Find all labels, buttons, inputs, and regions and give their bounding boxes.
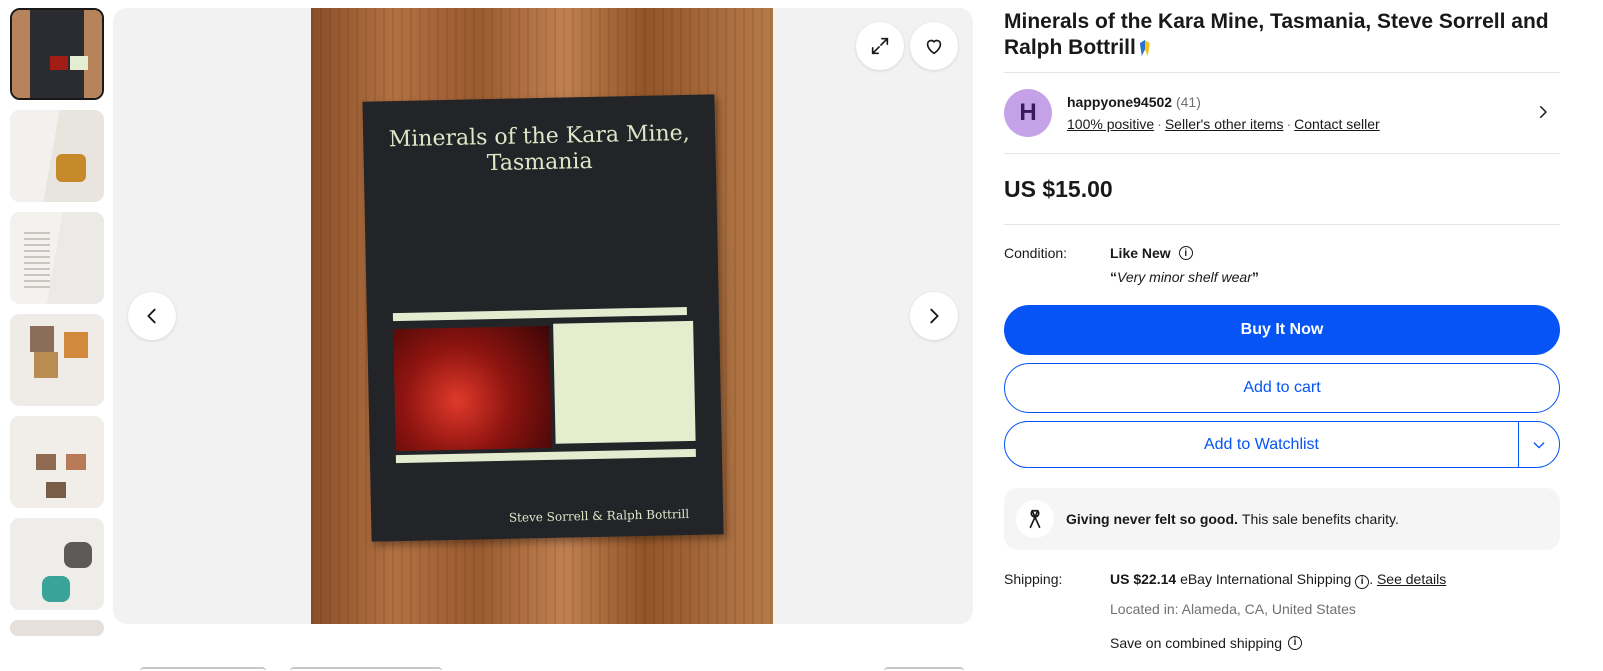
condition-value: Like New i — [1110, 245, 1193, 261]
main-image-panel[interactable]: Minerals of the Kara Mine, Tasmania Stev… — [113, 8, 973, 624]
seller-feedback-count: (41) — [1175, 94, 1201, 110]
seller-other-items-link[interactable]: Seller's other items — [1165, 116, 1284, 132]
thumbnail-2[interactable] — [10, 110, 104, 202]
contact-seller-link[interactable]: Contact seller — [1294, 116, 1380, 132]
thumbnail-7[interactable] — [10, 620, 104, 636]
listing-details: Minerals of the Kara Mine, Tasmania, Ste… — [1004, 8, 1560, 651]
chevron-right-icon — [930, 308, 939, 324]
open-quote: “ — [1110, 269, 1117, 285]
watchlist-dropdown-button[interactable] — [1519, 422, 1559, 467]
cover-stripe — [392, 306, 687, 322]
condition-label: Condition: — [1004, 245, 1068, 261]
chevron-left-icon — [147, 308, 156, 324]
book-cover: Minerals of the Kara Mine, Tasmania Stev… — [362, 94, 724, 542]
seller-card[interactable]: H happyone94502 (41) 100% positive · Selle… — [1004, 73, 1560, 153]
condition-note: “Very minor shelf wear” — [1110, 269, 1560, 285]
shipping-label: Shipping: — [1004, 571, 1063, 587]
ribbon-icon — [1139, 40, 1150, 56]
seller-info: happyone94502 (41) 100% positive · Seller'… — [1067, 94, 1380, 132]
book-cover-title: Minerals of the Kara Mine, Tasmania — [388, 120, 690, 177]
product-photo: Minerals of the Kara Mine, Tasmania Stev… — [311, 8, 773, 624]
separator: · — [1157, 116, 1162, 132]
next-image-button[interactable] — [910, 292, 958, 340]
condition-row: Condition: Like New i — [1004, 245, 1560, 261]
add-to-watchlist-button[interactable]: Add to Watchlist — [1005, 422, 1519, 467]
positive-feedback-link[interactable]: 100% positive — [1067, 116, 1154, 132]
seller-links: 100% positive · Seller's other items · Conta… — [1067, 116, 1380, 132]
avatar: H — [1004, 89, 1052, 137]
separator: · — [1286, 116, 1292, 132]
divider — [1004, 224, 1560, 225]
seller-name[interactable]: happyone94502 — [1067, 94, 1172, 110]
thumbnail-4[interactable] — [10, 314, 104, 406]
combined-shipping[interactable]: Save on combined shipping i — [1110, 635, 1560, 651]
combined-shipping-text: Save on combined shipping — [1110, 634, 1283, 651]
watchlist-split-button: Add to Watchlist — [1004, 421, 1560, 468]
cover-stripe — [395, 448, 696, 464]
chevron-down-icon — [1533, 441, 1545, 448]
shipping-service: eBay International Shipping — [1180, 571, 1352, 587]
thumbnail-strip — [10, 8, 106, 636]
book-cover-authors: Steve Sorrell & Ralph Bottrill — [508, 506, 690, 525]
charity-banner: Giving never felt so good. This sale ben… — [1004, 488, 1560, 550]
below-fold-button[interactable] — [140, 667, 266, 671]
condition-value-text: Like New — [1110, 245, 1171, 261]
below-fold-button[interactable] — [884, 667, 964, 671]
listing-title-text: Minerals of the Kara Mine, Tasmania, Ste… — [1004, 10, 1549, 59]
info-icon[interactable]: i — [1288, 635, 1303, 650]
shipping-cost: US $22.14 — [1110, 571, 1177, 587]
cover-mineral-photo — [393, 325, 552, 452]
condition-note-text: Very minor shelf wear — [1117, 269, 1252, 285]
charity-text: This sale benefits charity. — [1241, 511, 1399, 527]
info-icon[interactable]: i — [1178, 246, 1193, 260]
add-to-cart-button[interactable]: Add to cart — [1004, 363, 1560, 413]
charity-headline: Giving never felt so good. — [1066, 511, 1238, 527]
previous-image-button[interactable] — [128, 292, 176, 340]
chevron-right-icon[interactable] — [1534, 103, 1552, 121]
buy-it-now-button[interactable]: Buy It Now — [1004, 305, 1560, 355]
price-row: US $15.00 — [1004, 154, 1560, 224]
thumbnail-3[interactable] — [10, 212, 104, 304]
cover-panel — [553, 320, 696, 444]
shipping-details: US $22.14 eBay International Shipping i.… — [1110, 571, 1446, 589]
thumbnail-1[interactable] — [10, 8, 104, 100]
watch-heart-button[interactable] — [910, 22, 958, 70]
expand-icon — [871, 37, 889, 55]
period: . — [1369, 571, 1374, 587]
listing-title: Minerals of the Kara Mine, Tasmania, Ste… — [1004, 8, 1560, 61]
thumbnail-5[interactable] — [10, 416, 104, 508]
below-fold-button[interactable] — [290, 667, 442, 671]
close-quote: ” — [1251, 269, 1259, 285]
info-icon[interactable]: i — [1355, 574, 1370, 589]
shipping-row: Shipping: US $22.14 eBay International S… — [1004, 571, 1560, 589]
item-location: Located in: Alameda, CA, United States — [1110, 600, 1356, 617]
thumbnail-6[interactable] — [10, 518, 104, 610]
charity-ribbon-icon — [1016, 500, 1054, 538]
price: US $15.00 — [1004, 175, 1113, 202]
expand-button[interactable] — [856, 22, 904, 70]
seller-name-row: happyone94502 (41) — [1067, 94, 1380, 110]
heart-icon — [926, 39, 942, 55]
see-details-link[interactable]: See details — [1377, 571, 1446, 587]
